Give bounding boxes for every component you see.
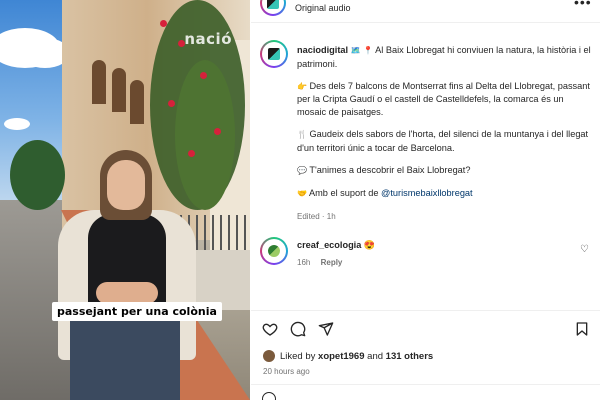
bougainvillea xyxy=(175,60,235,210)
likes-joiner: and xyxy=(367,350,384,362)
cutlery-emoji: 🍴 xyxy=(297,129,307,139)
more-options-icon[interactable]: ••• xyxy=(574,0,592,10)
reel-video[interactable]: nació passejant per una colònia xyxy=(0,0,250,400)
comment-time: 16h xyxy=(297,258,311,267)
caption-paragraph-5: Amb el suport de xyxy=(309,187,379,198)
flower xyxy=(214,128,221,135)
tree xyxy=(10,140,65,210)
liker-avatar[interactable] xyxy=(263,350,275,362)
caption-paragraph-2: Des dels 7 balcons de Montserrat fins al… xyxy=(297,80,590,117)
divider xyxy=(251,384,600,385)
nacio-watermark: nació xyxy=(184,30,232,48)
author-username[interactable]: naciodigital xyxy=(297,45,348,55)
presenter-jeans xyxy=(70,320,180,400)
pointing-hand-emoji: 👉 xyxy=(297,81,307,91)
liked-by-prefix: Liked by xyxy=(280,350,316,362)
flower xyxy=(168,100,175,107)
post-timestamp: 20 hours ago xyxy=(263,367,310,376)
commenter-avatar[interactable] xyxy=(260,237,288,265)
share-icon[interactable] xyxy=(317,320,335,338)
commenter-username[interactable]: creaf_ecologia xyxy=(297,240,361,250)
speech-bubble-emoji: 💬 xyxy=(297,165,307,175)
comment-icon[interactable] xyxy=(289,320,307,338)
divider xyxy=(251,310,600,311)
mention-link[interactable]: @turismebaixllobregat xyxy=(381,188,473,198)
flower xyxy=(160,20,167,27)
comment-meta: 16h Reply xyxy=(297,258,342,267)
like-icon[interactable] xyxy=(261,320,279,338)
window xyxy=(92,60,106,104)
caption-paragraph-3: Gaudeix dels sabors de l'horta, del sile… xyxy=(297,128,589,153)
likes-summary: Liked by xopet1969 and 131 others xyxy=(263,350,433,362)
original-audio-link[interactable]: Original audio xyxy=(295,3,351,13)
comment: creaf_ecologia 😍 xyxy=(297,240,375,251)
presenter-face xyxy=(107,160,145,210)
emoji-icon[interactable] xyxy=(262,392,276,400)
cloud xyxy=(4,118,30,130)
window xyxy=(130,80,144,124)
video-subtitle: passejant per una colònia xyxy=(52,302,222,321)
flower xyxy=(188,150,195,157)
comment-like-icon[interactable]: ♡ xyxy=(580,244,589,255)
likes-others-link[interactable]: 131 others xyxy=(386,351,434,362)
window xyxy=(112,68,126,112)
flower xyxy=(200,72,207,79)
post-caption: naciodigital 🗺️ 📍 Al Baix Llobregat hi c… xyxy=(297,44,593,210)
save-icon[interactable] xyxy=(573,320,591,338)
divider xyxy=(251,22,600,23)
author-avatar[interactable] xyxy=(260,40,288,68)
post-meta: Edited · 1h xyxy=(297,212,336,221)
reply-button[interactable]: Reply xyxy=(321,258,343,267)
caption-paragraph-4: T'animes a descobrir el Baix Llobregat? xyxy=(309,164,471,175)
handshake-emoji: 🤝 xyxy=(297,188,307,198)
map-pin-emoji: 🗺️ 📍 xyxy=(350,46,374,55)
liker-username[interactable]: xopet1969 xyxy=(318,351,364,362)
comment-text: 😍 xyxy=(363,240,376,250)
presenter-hands xyxy=(96,282,158,304)
